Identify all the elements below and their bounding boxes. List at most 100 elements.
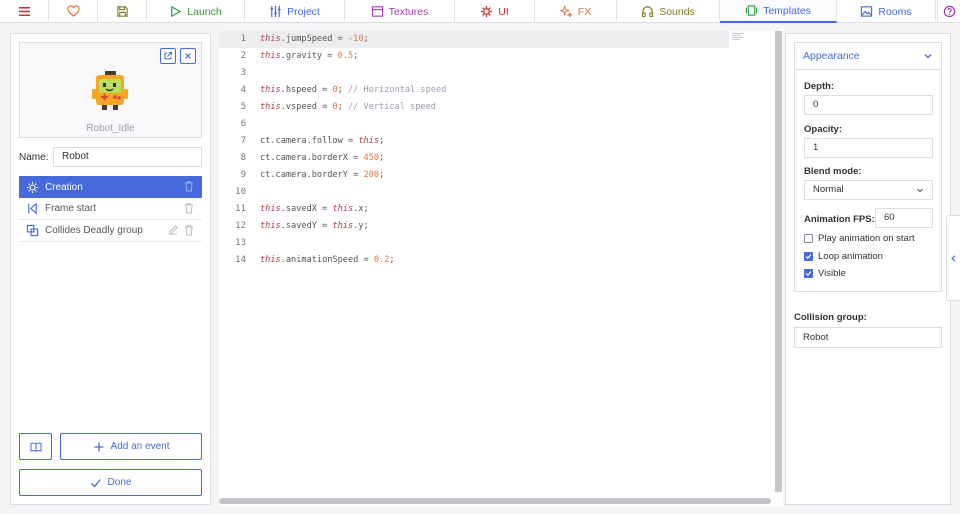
line-content: this.jumpSpeed = -10; xyxy=(260,34,369,44)
done-label: Done xyxy=(107,477,132,488)
name-input[interactable]: Robot xyxy=(53,147,202,167)
tab-ui[interactable]: UI xyxy=(455,0,535,23)
fps-label: Animation FPS: xyxy=(804,214,875,225)
book-icon xyxy=(30,442,41,452)
docs-button[interactable] xyxy=(19,433,52,460)
depth-label: Depth: xyxy=(804,81,835,92)
appearance-header[interactable]: Appearance xyxy=(794,42,942,69)
code-line[interactable]: 12 this.savedY = this.y; xyxy=(219,218,729,235)
tab-launch[interactable]: Launch xyxy=(147,0,245,23)
tab-templates[interactable]: Templates xyxy=(720,0,837,23)
collapse-panel-button[interactable] xyxy=(946,215,960,301)
favorites-button[interactable] xyxy=(49,0,98,23)
save-button[interactable] xyxy=(98,0,147,23)
code-line[interactable]: 3 xyxy=(219,65,729,82)
line-number: 6 xyxy=(240,119,246,129)
add-event-button[interactable]: Add an event xyxy=(60,433,202,460)
code-line[interactable]: 5 this.vspeed = 0; // Vertical speed xyxy=(219,99,729,116)
play-on-start-checkbox[interactable]: Play animation on start xyxy=(804,233,915,244)
event-label: Creation xyxy=(45,181,83,193)
checkbox-box[interactable] xyxy=(804,234,813,243)
hamburger-icon xyxy=(18,7,30,16)
trash-icon[interactable] xyxy=(183,180,195,192)
menu-button[interactable] xyxy=(0,0,49,23)
remove-texture-button[interactable] xyxy=(180,48,196,64)
line-number: 7 xyxy=(240,136,246,146)
texture-icon xyxy=(371,6,383,17)
line-number: 12 xyxy=(235,221,246,231)
tab-textures[interactable]: Textures xyxy=(345,0,455,23)
line-content: this.hspeed = 0; // Horizontal speed xyxy=(260,85,447,95)
code-line[interactable]: 4 this.hspeed = 0; // Horizontal speed xyxy=(219,82,729,99)
add-event-label: Add an event xyxy=(110,441,170,452)
code-line[interactable]: 11 this.savedX = this.x; xyxy=(219,201,729,218)
template-settings-panel: Appearance Depth: 0 Opacity: 1 Blend mod… xyxy=(785,33,951,505)
line-content: ct.camera.borderX = 450; xyxy=(260,153,385,163)
line-number: 4 xyxy=(240,85,246,95)
play-icon xyxy=(171,5,182,18)
edit-icon[interactable] xyxy=(167,224,179,236)
line-number: 3 xyxy=(240,68,246,78)
opacity-input[interactable]: 1 xyxy=(804,138,933,158)
event-item-frame-start[interactable]: Frame start xyxy=(19,198,202,220)
help-button[interactable] xyxy=(937,0,960,23)
external-link-icon xyxy=(164,52,172,60)
tab-sounds[interactable]: Sounds xyxy=(617,0,720,23)
code-line[interactable]: 9 ct.camera.borderY = 200; xyxy=(219,167,729,184)
line-content: this.animationSpeed = 0.2; xyxy=(260,255,395,265)
help-icon xyxy=(943,5,955,18)
template-properties-panel: Robot_Idle Name: Robot Creation Frame st… xyxy=(10,33,211,505)
tab-fx[interactable]: FX xyxy=(535,0,617,23)
robot-sprite xyxy=(92,71,128,110)
tab-label: Templates xyxy=(763,4,811,17)
code-line[interactable]: 10 xyxy=(219,184,729,201)
vertical-scrollbar[interactable] xyxy=(775,31,782,492)
loop-animation-checkbox[interactable]: Loop animation xyxy=(804,251,883,262)
fps-input[interactable]: 60 xyxy=(875,208,933,228)
done-button[interactable]: Done xyxy=(19,469,202,496)
line-number: 13 xyxy=(235,238,246,248)
collision-group-input[interactable]: Robot xyxy=(794,327,942,348)
line-number: 14 xyxy=(235,255,246,265)
code-line[interactable]: 7 ct.camera.follow = this; xyxy=(219,133,729,150)
check-icon xyxy=(805,271,812,277)
event-item-creation[interactable]: Creation xyxy=(19,176,202,198)
open-texture-button[interactable] xyxy=(160,48,176,64)
event-item-collides[interactable]: Collides Deadly group xyxy=(19,220,202,242)
trash-icon[interactable] xyxy=(183,224,195,236)
tab-project[interactable]: Project xyxy=(245,0,345,23)
tab-label: FX xyxy=(577,5,592,18)
depth-input[interactable]: 0 xyxy=(804,95,933,115)
template-icon xyxy=(745,5,758,16)
tab-label: Project xyxy=(287,5,320,18)
code-line[interactable]: 14 this.animationSpeed = 0.2; xyxy=(219,252,729,269)
tab-label: Launch xyxy=(187,5,222,18)
tab-label: UI xyxy=(498,5,509,18)
trash-icon[interactable] xyxy=(183,202,195,214)
line-content: this.vspeed = 0; // Vertical speed xyxy=(260,102,436,112)
checkbox-box[interactable] xyxy=(804,252,813,261)
code-lines[interactable]: 1 this.jumpSpeed = -10; 2 this.gravity = 0.… xyxy=(219,31,729,269)
save-icon xyxy=(116,6,128,17)
code-editor[interactable]: 1 this.jumpSpeed = -10; 2 this.gravity = 0.… xyxy=(219,31,783,507)
texture-preview[interactable]: Robot_Idle xyxy=(19,42,202,138)
code-line[interactable]: 1 this.jumpSpeed = -10; xyxy=(219,31,729,48)
copy-icon xyxy=(26,224,39,237)
visible-checkbox[interactable]: Visible xyxy=(804,268,846,279)
checkbox-box[interactable] xyxy=(804,269,813,278)
sparkles-icon xyxy=(559,5,572,18)
code-minimap[interactable] xyxy=(732,33,744,43)
code-line[interactable]: 8 ct.camera.borderX = 450; xyxy=(219,150,729,167)
chevron-down-icon xyxy=(924,54,932,59)
event-label: Collides Deadly group xyxy=(45,225,143,236)
code-line[interactable]: 6 xyxy=(219,116,729,133)
code-line[interactable]: 13 xyxy=(219,235,729,252)
blend-mode-select[interactable]: Normal xyxy=(804,180,933,200)
checkbox-label: Loop animation xyxy=(818,251,883,262)
sliders-icon xyxy=(270,5,281,18)
tab-rooms[interactable]: Rooms xyxy=(837,0,936,23)
code-line[interactable]: 2 this.gravity = 0.5; xyxy=(219,48,729,65)
top-navigation: Launch Project Textures UI FX Sounds Tem… xyxy=(0,0,960,23)
horizontal-scrollbar[interactable] xyxy=(219,498,771,504)
line-content: this.savedY = this.y; xyxy=(260,221,369,231)
